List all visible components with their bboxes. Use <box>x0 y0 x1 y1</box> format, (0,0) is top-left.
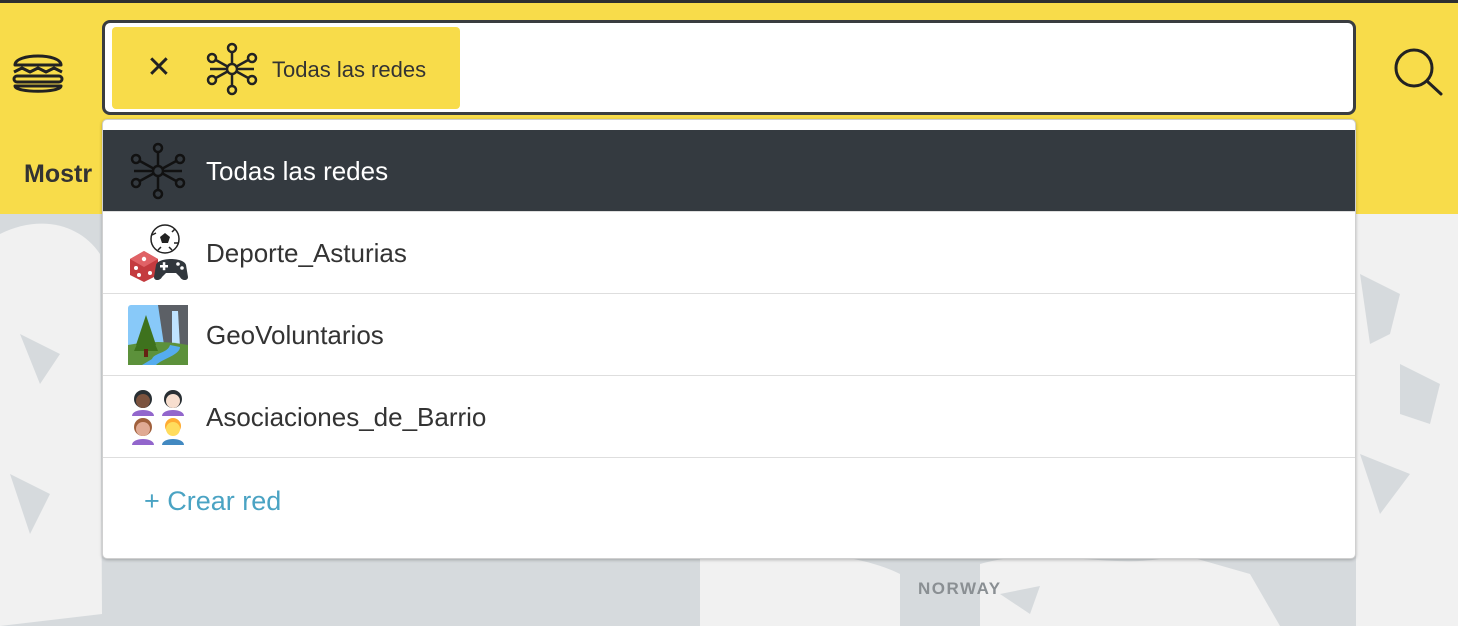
burger-icon[interactable] <box>10 47 66 97</box>
landscape-icon <box>128 305 188 365</box>
network-dropdown: Todas las redes Deporte_Asturias GeoVolu… <box>102 119 1356 559</box>
show-label: Mostr <box>24 160 93 188</box>
people-group-icon <box>128 387 188 447</box>
sports-games-icon <box>128 223 188 283</box>
dropdown-item-label: Asociaciones_de_Barrio <box>206 402 487 432</box>
network-icon <box>128 141 188 201</box>
chip-label: Todas las redes <box>272 57 427 82</box>
dropdown-item-deporte-asturias[interactable]: Deporte_Asturias <box>103 212 1355 294</box>
selected-network-chip[interactable]: ✕ Todas las redes <box>112 27 460 109</box>
map-country-label: NORWAY <box>918 579 1002 598</box>
dropdown-item-label: GeoVoluntarios <box>206 320 384 350</box>
network-icon <box>205 42 259 96</box>
dropdown-item-label: Deporte_Asturias <box>206 238 407 268</box>
dropdown-item-asociaciones-de-barrio[interactable]: Asociaciones_de_Barrio <box>103 376 1355 458</box>
dropdown-item-geovoluntarios[interactable]: GeoVoluntarios <box>103 294 1355 376</box>
create-network-link[interactable]: + Crear red <box>144 486 281 517</box>
close-icon[interactable]: ✕ <box>142 51 176 85</box>
network-search-input[interactable]: ✕ Todas las redes <box>102 20 1356 115</box>
dropdown-item-all-networks[interactable]: Todas las redes <box>103 130 1355 212</box>
search-icon[interactable] <box>1392 47 1444 97</box>
dropdown-item-label: Todas las redes <box>206 156 389 186</box>
